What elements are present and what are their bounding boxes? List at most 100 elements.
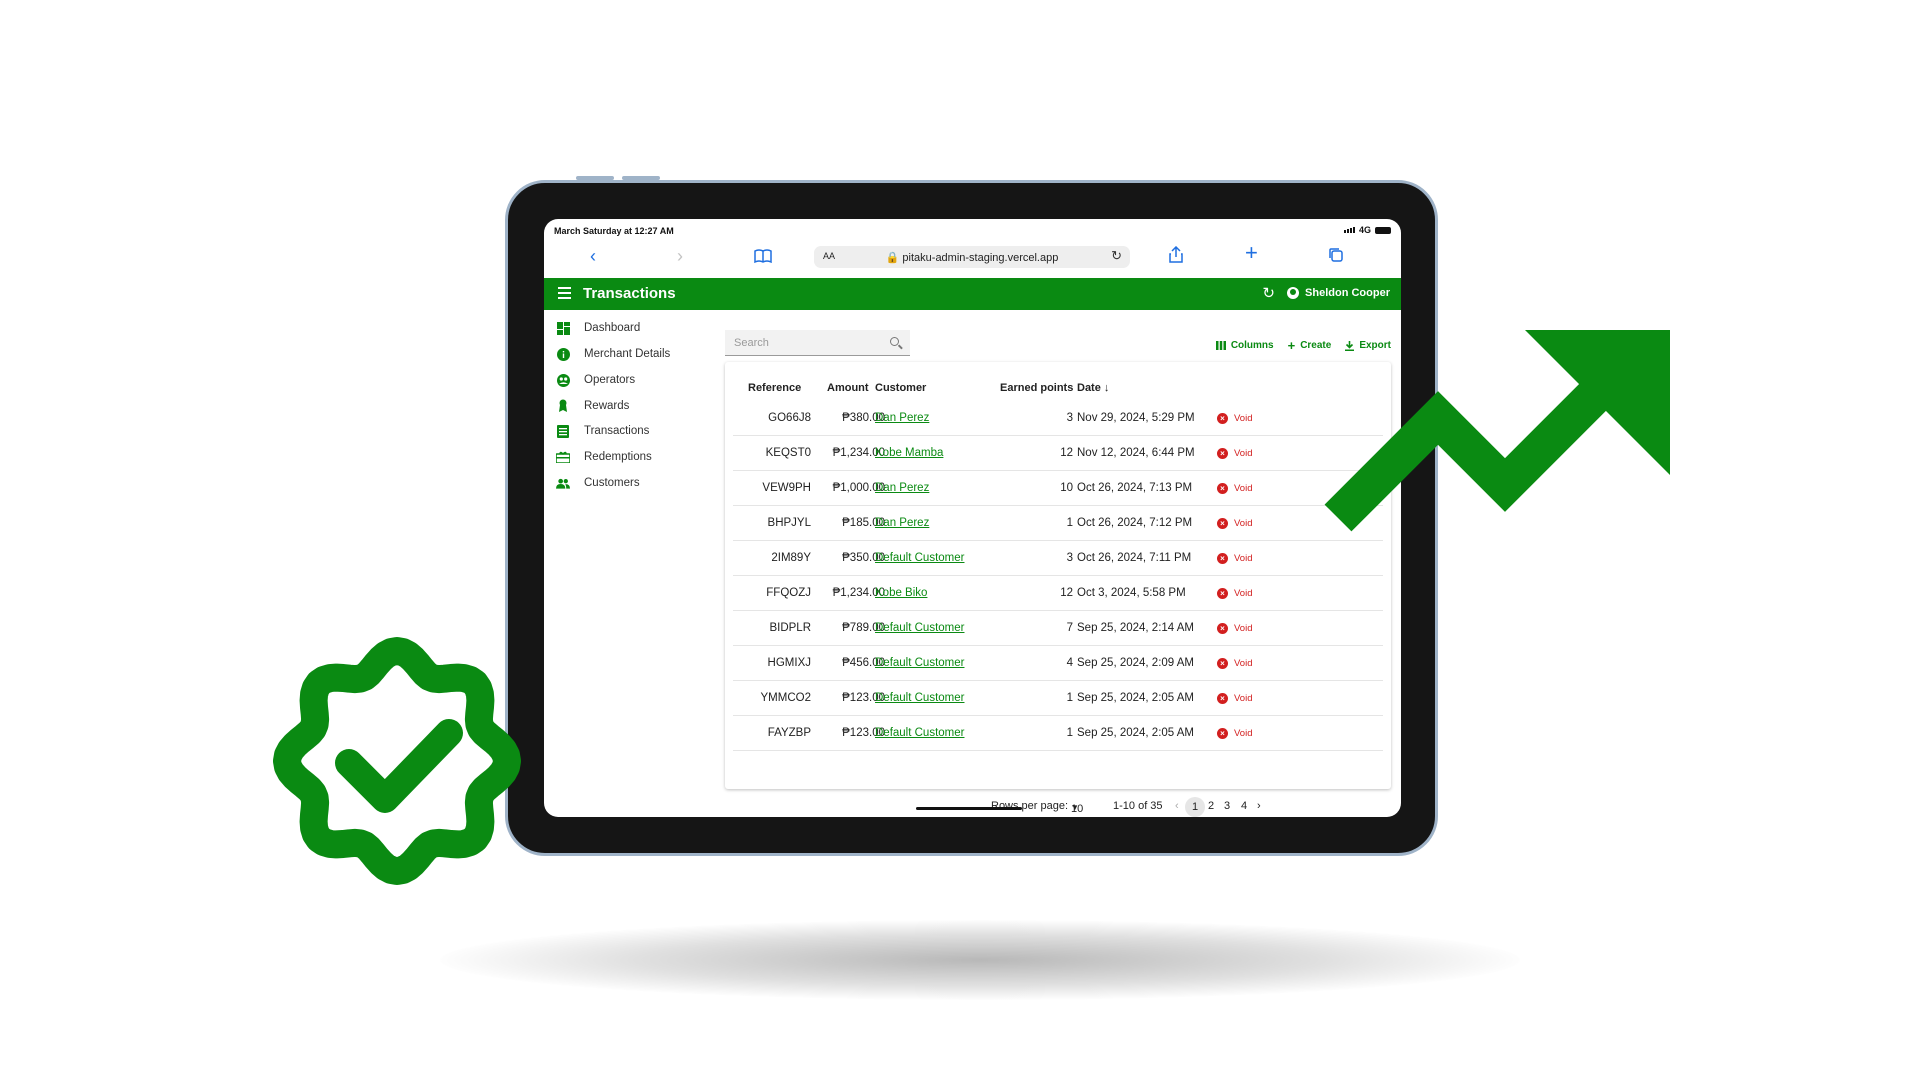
page-button[interactable]: 1 <box>1185 797 1205 817</box>
cell-customer-link[interactable]: Dan Perez <box>875 482 929 494</box>
column-header-customer[interactable]: Customer <box>875 382 926 394</box>
sidebar-item-customers[interactable]: Customers <box>556 473 640 493</box>
sort-desc-icon: ↓ <box>1103 382 1110 394</box>
void-button[interactable]: × Void <box>1217 483 1253 494</box>
cell-customer-link[interactable]: Default Customer <box>875 552 964 564</box>
column-header-reference[interactable]: Reference <box>748 382 801 394</box>
cell-reference: GO66J8 <box>768 412 811 424</box>
address-bar[interactable]: AA 🔒 pitaku-admin-staging.vercel.app ↻ <box>814 246 1130 268</box>
cell-earned-points: 12 <box>1060 447 1073 459</box>
void-button[interactable]: × Void <box>1217 658 1253 669</box>
cell-date: Sep 25, 2024, 2:14 AM <box>1077 622 1195 634</box>
table-row[interactable]: FFQOZJ ₱1,234.00 Kobe Biko 12 Oct 3, 2024, 5… <box>733 576 1383 611</box>
status-time: March Saturday at 12:27 AM <box>554 226 674 236</box>
void-button[interactable]: × Void <box>1217 728 1253 739</box>
info-icon <box>556 347 570 361</box>
void-button[interactable]: × Void <box>1217 448 1253 459</box>
cell-earned-points: 1 <box>1066 727 1073 739</box>
table-row[interactable]: BHPJYL ₱185.00 Dan Perez 1 Oct 26, 2024, 7:1… <box>733 506 1383 541</box>
cell-customer-link[interactable]: Default Customer <box>875 727 964 739</box>
void-label: Void <box>1234 588 1253 599</box>
forward-icon[interactable]: › <box>677 247 683 265</box>
columns-button[interactable]: Columns <box>1215 340 1274 351</box>
search-icon <box>890 337 899 346</box>
column-header-date[interactable]: Date ↓ <box>1077 382 1109 394</box>
table-row[interactable]: BIDPLR ₱789.00 Default Customer 7 Sep 25, 20… <box>733 611 1383 646</box>
column-header-earned-points[interactable]: Earned points <box>1000 382 1073 394</box>
table-row[interactable]: YMMCO2 ₱123.00 Default Customer 1 Sep 25, 20… <box>733 681 1383 716</box>
back-icon[interactable]: ‹ <box>590 247 596 265</box>
void-button[interactable]: × Void <box>1217 693 1253 704</box>
table-row[interactable]: HGMIXJ ₱456.00 Default Customer 4 Sep 25, 20… <box>733 646 1383 681</box>
table-row[interactable]: FAYZBP ₱123.00 Default Customer 1 Sep 25, 20… <box>733 716 1383 751</box>
cell-earned-points: 3 <box>1066 552 1073 564</box>
table-row[interactable]: VEW9PH ₱1,000.00 Dan Perez 10 Oct 26, 2024, … <box>733 471 1383 506</box>
table-row[interactable]: KEQST0 ₱1,234.00 Kobe Mamba 12 Nov 12, 2024,… <box>733 436 1383 471</box>
sidebar-item-operators[interactable]: Operators <box>556 370 635 390</box>
cell-customer-link[interactable]: Kobe Biko <box>875 587 927 599</box>
signal-icon <box>1343 227 1355 233</box>
page-button[interactable]: 4 <box>1241 800 1247 812</box>
list-icon <box>556 424 570 438</box>
void-button[interactable]: × Void <box>1217 553 1253 564</box>
cell-date: Sep 25, 2024, 2:09 AM <box>1077 657 1195 669</box>
sidebar-item-transactions[interactable]: Transactions <box>556 421 649 441</box>
rows-per-page-label: Rows per page: <box>991 800 1069 812</box>
cancel-icon: × <box>1217 483 1228 494</box>
cancel-icon: × <box>1217 623 1228 634</box>
user-menu[interactable]: Sheldon Cooper <box>1287 287 1390 299</box>
page-title: Transactions <box>583 285 676 302</box>
lock-icon: 🔒 <box>885 252 900 264</box>
date-header-label: Date <box>1077 382 1101 394</box>
tabs-icon[interactable] <box>1328 247 1344 266</box>
sidebar-item-dashboard[interactable]: Dashboard <box>556 318 640 338</box>
void-button[interactable]: × Void <box>1217 588 1253 599</box>
cell-date: Sep 25, 2024, 2:05 AM <box>1077 727 1195 739</box>
cell-earned-points: 12 <box>1060 587 1073 599</box>
sidebar-item-redemptions[interactable]: Redemptions <box>556 447 652 467</box>
pagination: Rows per page: 10 ▼ 1-10 of 35 ‹ 1 2 3 4… <box>725 797 1391 817</box>
sidebar-item-label: Redemptions <box>584 451 652 463</box>
void-label: Void <box>1234 518 1253 529</box>
new-tab-icon[interactable]: + <box>1245 242 1258 264</box>
cell-date: Oct 3, 2024, 5:58 PM <box>1077 587 1186 599</box>
next-page-icon[interactable]: › <box>1257 800 1261 812</box>
cell-customer-link[interactable]: Default Customer <box>875 622 964 634</box>
menu-icon[interactable] <box>558 287 571 302</box>
void-button[interactable]: × Void <box>1217 518 1253 529</box>
void-label: Void <box>1234 658 1253 669</box>
column-header-amount[interactable]: Amount <box>827 382 869 394</box>
sidebar-item-merchant-details[interactable]: Merchant Details <box>556 344 670 364</box>
search-input[interactable]: Search <box>725 330 910 356</box>
cell-customer-link[interactable]: Dan Perez <box>875 517 929 529</box>
table-row[interactable]: GO66J8 ₱380.00 Dan Perez 3 Nov 29, 2024, 5:2… <box>733 401 1383 436</box>
refresh-icon[interactable]: ↻ <box>1262 284 1275 302</box>
cell-customer-link[interactable]: Dan Perez <box>875 412 929 424</box>
void-button[interactable]: × Void <box>1217 413 1253 424</box>
bookmarks-icon[interactable] <box>754 248 772 266</box>
reload-icon[interactable]: ↻ <box>1111 248 1122 264</box>
table-row[interactable]: 2IM89Y ₱350.00 Default Customer 3 Oct 26, 20… <box>733 541 1383 576</box>
cell-earned-points: 4 <box>1066 657 1073 669</box>
network-label: 4G <box>1358 225 1371 235</box>
void-button[interactable]: × Void <box>1217 623 1253 634</box>
cell-customer-link[interactable]: Default Customer <box>875 692 964 704</box>
status-bar: March Saturday at 12:27 AM 4G <box>544 219 1401 237</box>
user-name: Sheldon Cooper <box>1305 287 1390 299</box>
cell-earned-points: 7 <box>1066 622 1073 634</box>
sidebar-item-label: Merchant Details <box>584 348 671 360</box>
account-icon <box>1287 287 1300 299</box>
columns-icon <box>1215 341 1226 350</box>
cell-customer-link[interactable]: Default Customer <box>875 657 964 669</box>
share-icon[interactable] <box>1169 245 1183 266</box>
prev-page-icon[interactable]: ‹ <box>1175 800 1179 812</box>
url-value: pitaku-admin-staging.vercel.app <box>902 252 1059 264</box>
page-button[interactable]: 2 <box>1208 800 1214 812</box>
cell-customer-link[interactable]: Kobe Mamba <box>875 447 943 459</box>
cell-reference: KEQST0 <box>765 447 811 459</box>
cell-earned-points: 10 <box>1060 482 1073 494</box>
sidebar-item-rewards[interactable]: Rewards <box>556 396 629 416</box>
status-indicators: 4G <box>1343 225 1391 235</box>
page-button[interactable]: 3 <box>1224 800 1230 812</box>
cell-earned-points: 3 <box>1066 412 1073 424</box>
